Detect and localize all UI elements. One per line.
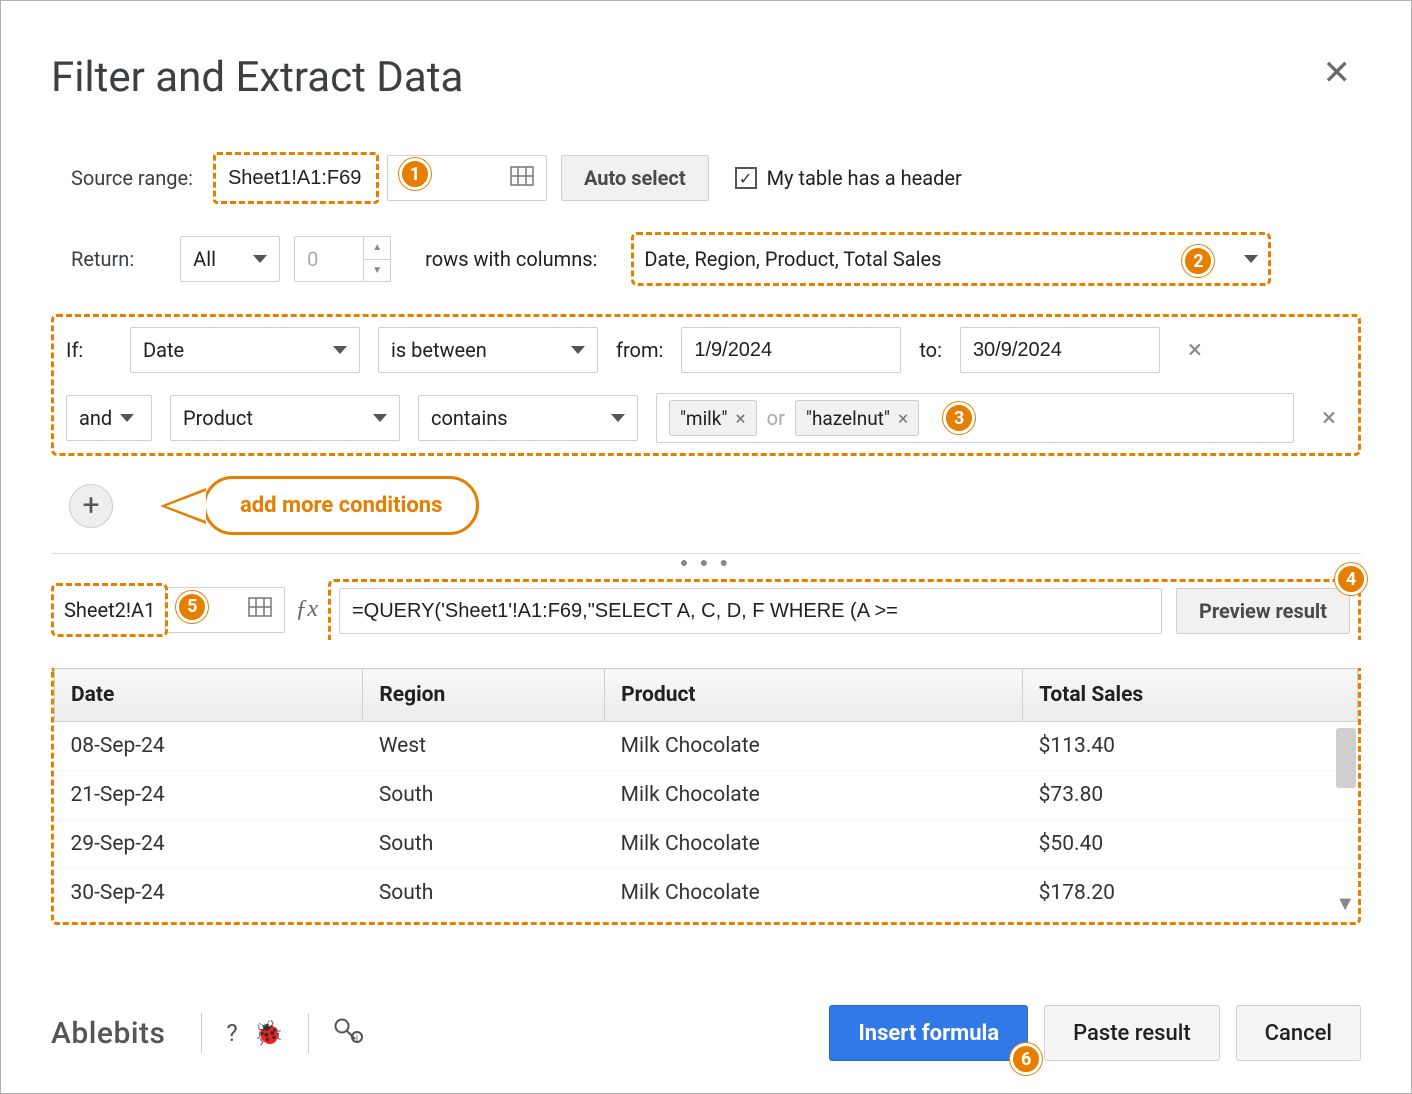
source-range-input[interactable] <box>216 155 376 201</box>
fx-icon: ƒx <box>285 596 328 623</box>
add-condition-button[interactable]: + <box>69 484 113 528</box>
cond2-operator-select[interactable]: contains <box>418 395 638 441</box>
to-label: to: <box>919 338 942 362</box>
table-cell: 21-Sep-24 <box>55 771 363 820</box>
columns-select[interactable]: Date, Region, Product, Total Sales 2 <box>631 232 1271 286</box>
columns-value: Date, Region, Product, Total Sales <box>644 247 941 271</box>
cond1-operator-select[interactable]: is between <box>378 327 598 373</box>
cond1-field-select[interactable]: Date <box>130 327 360 373</box>
separator <box>201 1013 202 1053</box>
number-spinner[interactable]: ▲▼ <box>364 236 391 282</box>
table-cell: Milk Chocolate <box>605 820 1023 869</box>
cond2-values-box[interactable]: "milk" × or "hazelnut" × 3 <box>656 393 1294 443</box>
table-row: 29-Sep-24SouthMilk Chocolate$50.40 <box>55 820 1358 869</box>
return-label: Return: <box>71 247 134 271</box>
table-cell: $73.80 <box>1023 771 1358 820</box>
from-label: from: <box>616 338 663 362</box>
table-cell: West <box>363 722 605 771</box>
separator <box>308 1013 309 1053</box>
cond2-field-value: Product <box>183 406 253 430</box>
badge-3: 3 <box>943 402 975 434</box>
table-cell: South <box>363 820 605 869</box>
divider: ● ● ● <box>51 553 1361 567</box>
return-count-value: 0 <box>307 247 318 271</box>
remove-condition-2[interactable]: × <box>1312 403 1346 433</box>
table-row: 21-Sep-24SouthMilk Chocolate$73.80 <box>55 771 1358 820</box>
table-cell: Milk Chocolate <box>605 722 1023 771</box>
badge-1: 1 <box>399 158 431 190</box>
table-cell: South <box>363 869 605 918</box>
table-row: 30-Sep-24SouthMilk Chocolate$178.20 <box>55 869 1358 918</box>
cond2-op-value: contains <box>431 406 508 430</box>
cond1-field-value: Date <box>143 338 184 362</box>
return-mode-value: All <box>193 247 216 271</box>
logic-join-select[interactable]: and <box>66 395 152 441</box>
table-cell: $178.20 <box>1023 869 1358 918</box>
brand-logo: Ablebits <box>51 1016 165 1051</box>
cond2-field-select[interactable]: Product <box>170 395 400 441</box>
remove-condition-1[interactable]: × <box>1178 335 1212 365</box>
return-mode-select[interactable]: All <box>180 236 280 282</box>
formula-input[interactable] <box>339 588 1162 634</box>
cond1-from-input[interactable] <box>681 327 901 373</box>
chip-milk-remove[interactable]: × <box>736 407 746 430</box>
condition-row-2: and Product contains "milk" × or "hazeln… <box>54 383 1358 453</box>
table-cell: $50.40 <box>1023 820 1358 869</box>
cond1-op-value: is between <box>391 338 487 362</box>
table-cell: 30-Sep-24 <box>55 869 363 918</box>
chip-milk-text: "milk" <box>680 407 728 430</box>
table-cell: $113.40 <box>1023 722 1358 771</box>
close-icon[interactable]: ✕ <box>1323 56 1352 90</box>
chip-hazelnut: "hazelnut" × <box>795 400 919 436</box>
svg-text:i: i <box>356 1034 358 1043</box>
table-cell: Milk Chocolate <box>605 771 1023 820</box>
col-region: Region <box>363 669 605 722</box>
table-row: 08-Sep-24WestMilk Chocolate$113.40 <box>55 722 1358 771</box>
col-total-sales: Total Sales <box>1023 669 1358 722</box>
col-product: Product <box>605 669 1023 722</box>
callout-add-conditions: add more conditions <box>203 476 479 535</box>
preview-table: Date Region Product Total Sales 08-Sep-2… <box>54 668 1358 918</box>
col-date: Date <box>55 669 363 722</box>
footer: Ablebits ? 🐞 i Insert formula 6 Paste re… <box>51 1005 1361 1061</box>
chip-or: or <box>767 406 785 430</box>
chip-milk: "milk" × <box>669 400 757 436</box>
destination-value[interactable]: Sheet2!A1 <box>64 598 155 622</box>
scrollbar[interactable] <box>1336 728 1356 788</box>
return-count-input[interactable]: 0 <box>294 236 364 282</box>
header-checkbox-label: My table has a header <box>767 166 962 190</box>
table-cell: 08-Sep-24 <box>55 722 363 771</box>
badge-6: 6 <box>1010 1043 1042 1075</box>
insert-formula-button[interactable]: Insert formula <box>829 1005 1028 1061</box>
grid-icon-2[interactable] <box>248 597 272 622</box>
badge-5: 5 <box>176 591 208 623</box>
if-label: If: <box>66 338 112 362</box>
bug-icon[interactable]: 🐞 <box>254 1019 284 1047</box>
cond1-to-input[interactable] <box>960 327 1160 373</box>
table-cell: 29-Sep-24 <box>55 820 363 869</box>
auto-select-button[interactable]: Auto select <box>561 155 709 201</box>
source-range-label: Source range: <box>71 166 193 190</box>
chip-hazelnut-text: "hazelnut" <box>806 407 890 430</box>
grid-icon[interactable] <box>510 166 534 191</box>
paste-result-button[interactable]: Paste result <box>1044 1005 1220 1061</box>
badge-2: 2 <box>1182 245 1214 277</box>
chevron-down-icon[interactable]: ▼ <box>1335 891 1355 916</box>
cancel-button[interactable]: Cancel <box>1236 1005 1361 1061</box>
key-info-icon[interactable]: i <box>333 1017 363 1049</box>
badge-4: 4 <box>1335 563 1367 595</box>
dialog-title: Filter and Extract Data <box>51 53 1361 102</box>
preview-result-button[interactable]: Preview result <box>1176 588 1350 634</box>
help-icon[interactable]: ? <box>226 1019 237 1047</box>
logic-join-value: and <box>79 406 112 430</box>
table-cell: Milk Chocolate <box>605 869 1023 918</box>
header-checkbox[interactable]: ✓ <box>735 167 757 189</box>
chip-hazelnut-remove[interactable]: × <box>898 407 908 430</box>
rows-with-columns-label: rows with columns: <box>425 247 597 271</box>
condition-row-1: If: Date is between from: to: × <box>54 317 1358 383</box>
table-cell: South <box>363 771 605 820</box>
